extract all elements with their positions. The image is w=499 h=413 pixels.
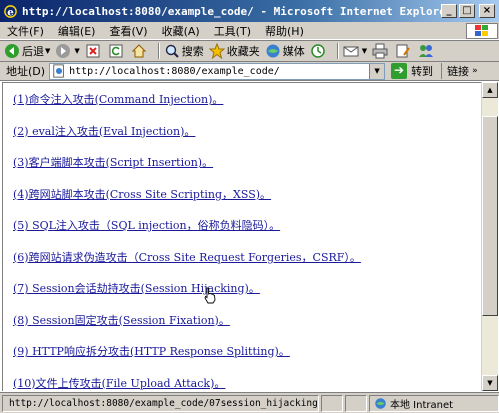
menu-view[interactable]: 查看(V) bbox=[102, 23, 154, 39]
mail-dropdown-icon[interactable]: ▼ bbox=[362, 47, 367, 55]
page-content: (1)命令注入攻击(Command Injection)。 (2) eval注入… bbox=[2, 82, 481, 391]
media-button[interactable]: 媒体 bbox=[265, 43, 305, 59]
windows-flag-icon bbox=[466, 22, 498, 39]
link-session-fixation[interactable]: (8) Session固定攻击(Session Fixation)。 bbox=[13, 314, 230, 327]
title-bar: e http://localhost:8080/example_code/ - … bbox=[0, 0, 499, 22]
vertical-scrollbar[interactable]: ▲ ▼ bbox=[481, 82, 498, 391]
stop-button[interactable] bbox=[85, 43, 103, 59]
maximize-button[interactable]: □ bbox=[459, 4, 475, 18]
forward-arrow-icon bbox=[56, 44, 71, 58]
list-item: (2) eval注入攻击(Eval Injection)。 bbox=[13, 123, 481, 155]
favorites-label: 收藏夹 bbox=[226, 45, 260, 58]
link-file-upload[interactable]: (10)文件上传攻击(File Upload Attack)。 bbox=[13, 377, 225, 390]
link-session-hijacking[interactable]: (7) Session会话劫持攻击(Session Hijacking)。 bbox=[13, 282, 260, 295]
edit-button[interactable] bbox=[395, 43, 413, 59]
status-text: http://localhost:8080/example_code/07ses… bbox=[9, 397, 319, 409]
menu-edit[interactable]: 编辑(E) bbox=[51, 23, 103, 39]
address-label: 地址(D) bbox=[6, 65, 46, 78]
status-zone: 本地 Intranet bbox=[369, 394, 499, 412]
list-item: (10)文件上传攻击(File Upload Attack)。 bbox=[13, 375, 481, 392]
edit-page-icon bbox=[396, 44, 410, 58]
list-item: (7) Session会话劫持攻击(Session Hijacking)。 bbox=[13, 280, 481, 312]
address-dropdown-icon[interactable]: ▼ bbox=[369, 63, 385, 79]
mail-button[interactable]: ▼ bbox=[343, 43, 367, 59]
page-icon bbox=[53, 64, 64, 78]
refresh-icon bbox=[109, 44, 123, 58]
scroll-down-icon[interactable]: ▼ bbox=[482, 375, 498, 391]
list-item: (5) SQL注入攻击（SQL injection，俗称负料隐码）。 bbox=[13, 217, 481, 249]
go-arrow-icon: ➔ bbox=[391, 63, 408, 79]
links-chevron-icon[interactable]: » bbox=[472, 66, 478, 76]
scroll-thumb[interactable] bbox=[482, 116, 498, 316]
list-item: (9) HTTP响应拆分攻击(HTTP Response Splitting)。 bbox=[13, 343, 481, 375]
menu-favorites[interactable]: 收藏(A) bbox=[155, 23, 207, 39]
address-value: http://localhost:8080/example_code/ bbox=[69, 65, 280, 77]
back-label: 后退 bbox=[22, 45, 44, 58]
back-dropdown-icon[interactable]: ▼ bbox=[45, 47, 50, 55]
menu-help[interactable]: 帮助(H) bbox=[258, 23, 311, 39]
address-input[interactable]: http://localhost:8080/example_code/ ▼ bbox=[49, 62, 386, 80]
list-item: (1)命令注入攻击(Command Injection)。 bbox=[13, 91, 481, 123]
link-eval-injection[interactable]: (2) eval注入攻击(Eval Injection)。 bbox=[13, 125, 195, 138]
stop-icon bbox=[86, 44, 100, 58]
link-csrf[interactable]: (6)跨网站请求伪造攻击（Cross Site Request Forgerie… bbox=[13, 251, 361, 264]
link-xss[interactable]: (4)跨网站脚本攻击(Cross Site Scripting，XSS)。 bbox=[13, 188, 271, 201]
messenger-icon bbox=[419, 45, 434, 57]
toolbar: 后退 ▼ ▼ 搜索 收藏夹 媒体 ▼ bbox=[0, 40, 499, 62]
favorites-star-icon bbox=[208, 43, 225, 59]
forward-dropdown-icon[interactable]: ▼ bbox=[74, 47, 79, 55]
media-globe-icon bbox=[266, 44, 280, 58]
refresh-button[interactable] bbox=[108, 43, 126, 59]
list-item: (4)跨网站脚本攻击(Cross Site Scripting，XSS)。 bbox=[13, 186, 481, 218]
menu-file[interactable]: 文件(F) bbox=[0, 23, 51, 39]
messenger-button[interactable] bbox=[418, 43, 436, 59]
search-icon bbox=[165, 44, 179, 58]
status-url-panel: http://localhost:8080/example_code/07ses… bbox=[2, 394, 319, 412]
go-button[interactable]: ➔ 转到 bbox=[391, 63, 433, 79]
history-button[interactable] bbox=[310, 43, 328, 59]
toolbar-separator bbox=[336, 43, 339, 59]
history-icon bbox=[311, 44, 325, 58]
link-command-injection[interactable]: (1)命令注入攻击(Command Injection)。 bbox=[13, 93, 223, 106]
link-script-insertion[interactable]: (3)客户端脚本攻击(Script Insertion)。 bbox=[13, 156, 213, 169]
link-http-response-splitting[interactable]: (9) HTTP响应拆分攻击(HTTP Response Splitting)。 bbox=[13, 345, 290, 358]
intranet-zone-icon bbox=[375, 397, 386, 409]
menu-bar: 文件(F) 编辑(E) 查看(V) 收藏(A) 工具(T) 帮助(H) bbox=[0, 22, 499, 40]
status-panel bbox=[345, 394, 367, 412]
back-button[interactable]: 后退 ▼ bbox=[4, 43, 50, 59]
status-bar: http://localhost:8080/example_code/07ses… bbox=[0, 392, 499, 413]
home-button[interactable] bbox=[131, 43, 149, 59]
forward-button[interactable]: ▼ bbox=[55, 43, 80, 59]
menu-tools[interactable]: 工具(T) bbox=[207, 23, 258, 39]
list-item: (6)跨网站请求伪造攻击（Cross Site Request Forgerie… bbox=[13, 249, 481, 281]
address-bar: 地址(D) http://localhost:8080/example_code… bbox=[0, 62, 499, 81]
list-item: (3)客户端脚本攻击(Script Insertion)。 bbox=[13, 154, 481, 186]
scroll-up-icon[interactable]: ▲ bbox=[482, 82, 498, 98]
ie-logo-icon: e bbox=[4, 4, 17, 18]
favorites-button[interactable]: 收藏夹 bbox=[208, 43, 260, 59]
zone-label: 本地 Intranet bbox=[390, 399, 454, 411]
media-label: 媒体 bbox=[282, 45, 305, 58]
search-label: 搜索 bbox=[181, 45, 204, 58]
toolbar-separator bbox=[157, 43, 160, 59]
hand-cursor-icon bbox=[204, 287, 216, 304]
home-icon bbox=[131, 44, 146, 58]
status-panel bbox=[321, 394, 343, 412]
mail-icon bbox=[343, 46, 359, 57]
print-button[interactable] bbox=[372, 43, 390, 59]
attack-link-list: (1)命令注入攻击(Command Injection)。 (2) eval注入… bbox=[3, 83, 481, 391]
link-sql-injection[interactable]: (5) SQL注入攻击（SQL injection，俗称负料隐码）。 bbox=[13, 219, 280, 232]
svg-text:e: e bbox=[7, 6, 14, 18]
search-button[interactable]: 搜索 bbox=[164, 43, 204, 59]
window-title: http://localhost:8080/example_code/ - Mi… bbox=[22, 4, 441, 18]
links-button[interactable]: 链接 bbox=[441, 63, 469, 79]
back-arrow-icon bbox=[5, 44, 19, 58]
go-label: 转到 bbox=[411, 65, 434, 78]
minimize-button[interactable]: _ bbox=[441, 4, 457, 18]
close-button[interactable]: × bbox=[479, 4, 495, 18]
list-item: (8) Session固定攻击(Session Fixation)。 bbox=[13, 312, 481, 344]
print-icon bbox=[372, 43, 388, 59]
